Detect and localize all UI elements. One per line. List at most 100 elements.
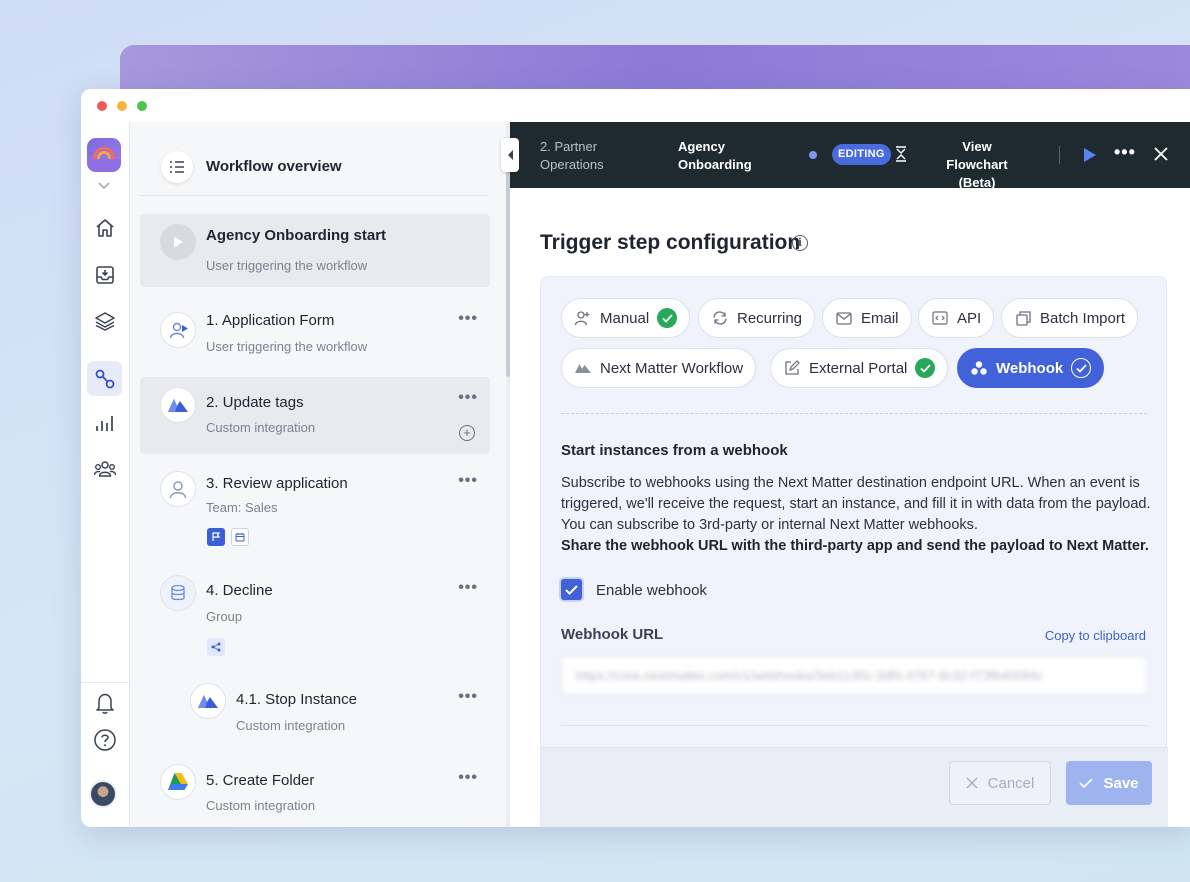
check-circle-icon xyxy=(657,308,678,328)
window-titlebar xyxy=(81,89,1190,122)
minimize-window-button[interactable] xyxy=(117,101,127,111)
add-step-button[interactable]: + xyxy=(459,425,475,441)
bell-icon[interactable] xyxy=(91,689,119,717)
webhook-url-label: Webhook URL xyxy=(561,626,664,643)
step-name: 4. Decline xyxy=(206,582,273,599)
check-circle-icon xyxy=(1071,358,1092,378)
breadcrumb[interactable]: 2. Partner Operations xyxy=(540,138,650,174)
save-label: Save xyxy=(1103,774,1139,792)
user-avatar[interactable] xyxy=(89,780,117,808)
trigger-label: Recurring xyxy=(737,309,803,327)
group-icon xyxy=(160,575,196,611)
webhook-description: Subscribe to webhooks using the Next Mat… xyxy=(561,475,1151,554)
workflows-icon[interactable] xyxy=(87,361,122,396)
play-icon[interactable] xyxy=(1083,147,1097,168)
close-icon[interactable] xyxy=(1153,146,1169,167)
step-name: 3. Review application xyxy=(206,475,348,492)
step-create-folder[interactable]: 5. Create Folder Custom integration ••• xyxy=(140,752,490,827)
maximize-window-button[interactable] xyxy=(137,101,147,111)
page-title: Trigger step configuration xyxy=(540,231,801,254)
step-name: 1. Application Form xyxy=(206,312,335,329)
copy-stack-icon xyxy=(1012,309,1034,327)
enable-webhook-checkbox[interactable] xyxy=(561,579,582,600)
analytics-icon[interactable] xyxy=(91,409,119,437)
trigger-label: Webhook xyxy=(996,359,1064,377)
chevron-down-icon[interactable] xyxy=(97,178,111,192)
cancel-label: Cancel xyxy=(987,774,1035,792)
close-window-button[interactable] xyxy=(97,101,107,111)
integration-icon xyxy=(160,387,196,423)
edit-icon xyxy=(781,359,803,377)
trigger-recurring[interactable]: Recurring xyxy=(698,298,816,338)
approval-badge-icon xyxy=(207,528,225,546)
trigger-label: Manual xyxy=(600,309,650,327)
webhook-url-field[interactable]: https://core.nextmatter.com/v1/webhooks/… xyxy=(561,656,1147,695)
enable-webhook-label[interactable]: Enable webhook xyxy=(596,582,707,599)
step-more-button[interactable]: ••• xyxy=(458,389,478,407)
step-more-button[interactable]: ••• xyxy=(458,310,478,328)
home-icon[interactable] xyxy=(91,214,119,242)
calendar-badge-icon xyxy=(231,528,249,546)
workflow-topbar: 2. Partner Operations Agency Onboarding … xyxy=(510,122,1190,190)
trigger-config-card: Manual Recurring Email API Batch Import xyxy=(540,276,1168,827)
trigger-label: Batch Import xyxy=(1040,309,1126,327)
trigger-label: External Portal xyxy=(809,359,908,377)
collapse-panel-button[interactable] xyxy=(501,138,519,172)
section-title: Start instances from a webhook xyxy=(561,442,788,459)
step-subtitle: Custom integration xyxy=(206,420,316,435)
play-icon xyxy=(160,224,196,260)
trigger-manual[interactable]: Manual xyxy=(561,298,691,338)
trigger-label: Next Matter Workflow xyxy=(600,359,744,377)
close-icon xyxy=(966,777,978,789)
view-flowchart-link[interactable]: View Flowchart (Beta) xyxy=(930,138,1024,192)
webhook-instruction: Share the webhook URL with the third-par… xyxy=(561,538,1149,554)
trigger-api[interactable]: API xyxy=(918,298,995,338)
trigger-email[interactable]: Email xyxy=(822,298,912,338)
help-icon[interactable] xyxy=(91,726,119,754)
unsaved-dot xyxy=(809,151,817,159)
step-more-button[interactable]: ••• xyxy=(458,688,478,706)
step-application-form[interactable]: 1. Application Form User triggering the … xyxy=(140,296,490,372)
rail-divider xyxy=(81,682,129,683)
workflow-overview[interactable]: Workflow overview xyxy=(140,136,488,196)
step-review-application[interactable]: 3. Review application Team: Sales ••• xyxy=(140,455,490,555)
app-logo[interactable] xyxy=(87,138,121,172)
copy-to-clipboard-link[interactable]: Copy to clipboard xyxy=(1045,628,1146,643)
collapse-arrows-icon[interactable] xyxy=(894,146,908,167)
step-more-button[interactable]: ••• xyxy=(458,472,478,490)
save-button[interactable]: Save xyxy=(1066,761,1152,805)
step-subtitle: Group xyxy=(206,609,243,624)
trigger-webhook[interactable]: Webhook xyxy=(957,348,1105,388)
trigger-external-portal[interactable]: External Portal xyxy=(770,348,949,388)
step-decline[interactable]: 4. Decline Group ••• xyxy=(140,562,490,662)
google-drive-icon xyxy=(160,764,196,800)
step-start[interactable]: Agency Onboarding start User triggering … xyxy=(140,214,490,287)
section-divider xyxy=(561,413,1147,414)
step-subtitle: Team: Sales xyxy=(206,500,278,515)
step-name: 2. Update tags xyxy=(206,394,304,411)
info-icon[interactable]: i xyxy=(792,235,808,251)
cancel-button[interactable]: Cancel xyxy=(949,761,1051,805)
trigger-batch-import[interactable]: Batch Import xyxy=(1001,298,1139,338)
check-icon xyxy=(1079,778,1094,788)
step-stop-instance[interactable]: 4.1. Stop Instance Custom integration ••… xyxy=(170,668,490,744)
step-name: Agency Onboarding start xyxy=(206,227,387,244)
webhook-icon xyxy=(968,359,990,377)
form-user-icon xyxy=(160,312,196,348)
step-update-tags[interactable]: 2. Update tags Custom integration ••• + xyxy=(140,377,490,454)
inbox-icon[interactable] xyxy=(91,261,119,289)
step-subtitle: Custom integration xyxy=(206,798,316,813)
overview-title: Workflow overview xyxy=(206,158,342,175)
refresh-icon xyxy=(709,309,731,327)
mail-icon xyxy=(833,309,855,327)
layers-icon[interactable] xyxy=(91,307,119,335)
user-icon xyxy=(160,471,196,507)
step-more-button[interactable]: ••• xyxy=(458,579,478,597)
next-matter-icon xyxy=(572,359,594,377)
integration-icon xyxy=(190,683,226,719)
more-options-button[interactable]: ••• xyxy=(1114,142,1136,163)
step-more-button[interactable]: ••• xyxy=(458,769,478,787)
trigger-next-matter-workflow[interactable]: Next Matter Workflow xyxy=(561,348,757,388)
topbar-divider xyxy=(1059,146,1060,164)
team-icon[interactable] xyxy=(91,455,119,483)
